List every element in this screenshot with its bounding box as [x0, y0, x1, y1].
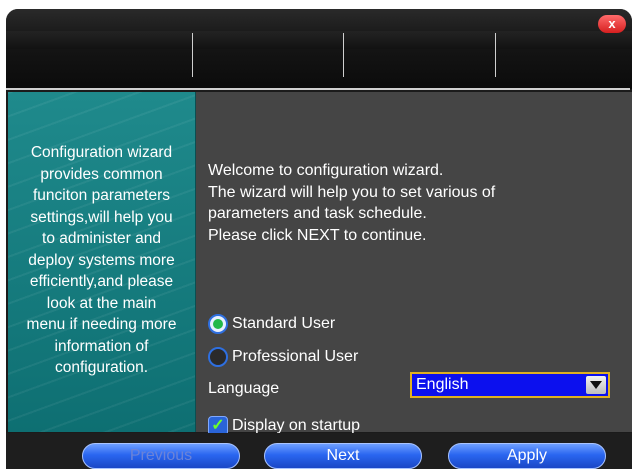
previous-button[interactable]: Previous: [82, 443, 240, 469]
button-bar: Previous Next Apply: [6, 433, 632, 469]
professional-user-radio[interactable]: [208, 347, 228, 367]
professional-user-option[interactable]: Professional User: [208, 345, 358, 369]
divider: [6, 88, 630, 90]
welcome-line: The wizard will help you to set various …: [208, 183, 496, 201]
header-divider: [343, 33, 344, 77]
apply-button[interactable]: Apply: [448, 443, 606, 469]
language-value: English: [416, 376, 469, 393]
standard-user-label: Standard User: [232, 315, 336, 332]
wizard-content: Welcome to configuration wizard. The wiz…: [196, 92, 632, 436]
wizard-info-panel: Configuration wizard provides common fun…: [8, 92, 196, 432]
next-button[interactable]: Next: [264, 443, 422, 469]
header-divider: [495, 33, 496, 77]
config-wizard-dialog: x Configuration wizard provides common f…: [6, 9, 632, 469]
title-band: [6, 31, 632, 49]
welcome-line: Please click NEXT to continue.: [208, 226, 427, 244]
title-bar: [6, 9, 632, 89]
welcome-line: Welcome to configuration wizard.: [208, 162, 444, 179]
standard-user-option[interactable]: Standard User: [208, 312, 335, 336]
wizard-description: Configuration wizard provides common fun…: [26, 144, 177, 376]
welcome-line: parameters and task schedule.: [208, 205, 427, 222]
professional-user-label: Professional User: [232, 348, 359, 365]
header-divider: [192, 33, 193, 77]
close-icon: x: [608, 16, 616, 31]
welcome-text: Welcome to configuration wizard. The wiz…: [208, 160, 628, 246]
language-select[interactable]: English: [410, 372, 610, 398]
checkmark-icon: ✓: [211, 417, 225, 434]
language-label: Language: [208, 380, 280, 397]
close-button[interactable]: x: [598, 15, 626, 33]
standard-user-radio[interactable]: [208, 314, 228, 334]
radio-selected-dot: [213, 319, 223, 329]
dropdown-arrow-icon[interactable]: [586, 376, 606, 394]
